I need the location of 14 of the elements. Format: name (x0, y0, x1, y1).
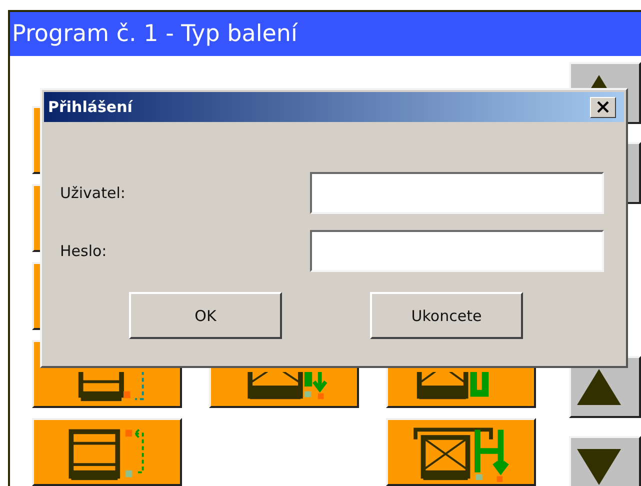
dialog-title: Přihlášení (48, 98, 132, 116)
field-label: Heslo: (60, 242, 107, 260)
input-field[interactable] (310, 172, 604, 214)
scroll-down-button[interactable] (569, 436, 641, 486)
exit-button[interactable]: Ukoncete (370, 292, 523, 339)
close-icon (597, 101, 609, 113)
input-field[interactable] (310, 230, 604, 272)
window-title: Program č. 1 - Typ balení (12, 21, 298, 47)
ok-button[interactable]: OK (129, 292, 282, 339)
close-button[interactable] (590, 96, 616, 118)
packaging-type-button[interactable] (32, 418, 182, 486)
down-triangle-icon (577, 449, 621, 485)
packaging-type-button[interactable] (386, 418, 536, 486)
field-label: Uživatel: (60, 184, 126, 202)
